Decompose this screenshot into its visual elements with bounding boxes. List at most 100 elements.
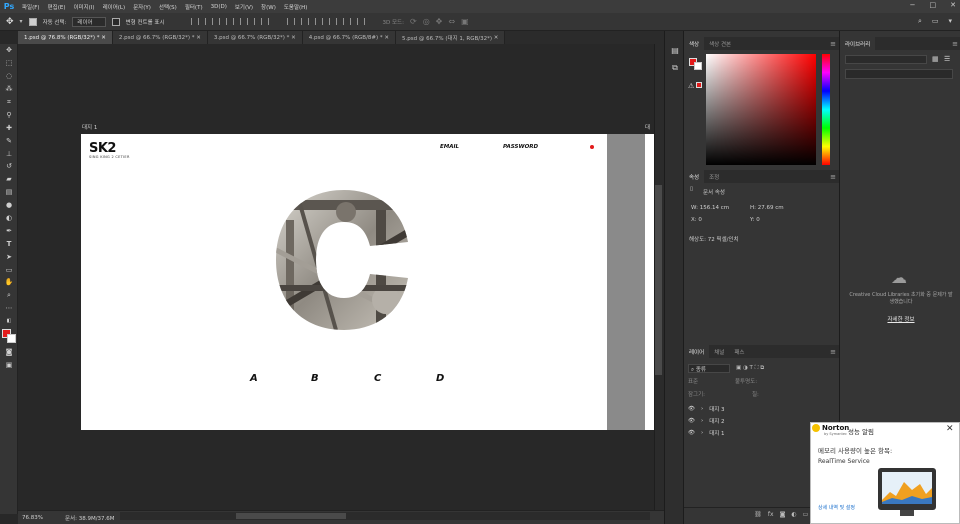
tab-document-4[interactable]: 4.psd @ 66.7% (RGB/8#) * ✕ bbox=[302, 31, 397, 44]
prop-height[interactable]: H: 27.69 cm bbox=[750, 205, 784, 211]
quick-select-tool-icon[interactable]: ⁂ bbox=[0, 83, 18, 96]
menu-image[interactable]: 이미지(I) bbox=[69, 3, 98, 11]
quick-mask-icon[interactable]: ◙ bbox=[0, 346, 18, 359]
gamut-warning-icon[interactable]: ⚠ bbox=[688, 82, 703, 90]
tab-color[interactable]: 색상 bbox=[684, 37, 705, 50]
new-group-icon[interactable]: ▭ bbox=[803, 511, 809, 518]
grid-view-icon[interactable]: ▦ bbox=[932, 55, 939, 63]
eyedropper-tool-icon[interactable]: ⚲ bbox=[0, 108, 18, 121]
library-dropdown[interactable] bbox=[845, 55, 927, 64]
menu-help[interactable]: 도움말(H) bbox=[280, 3, 312, 11]
tab-libraries[interactable]: 라이브러리 bbox=[840, 37, 876, 50]
visibility-eye-icon[interactable]: 👁 bbox=[688, 418, 695, 424]
align-left-icon[interactable] bbox=[232, 18, 241, 25]
align-right-icon[interactable] bbox=[260, 18, 269, 25]
library-search-input[interactable] bbox=[845, 69, 953, 79]
artboard-label[interactable]: 대지 1 bbox=[82, 123, 97, 131]
tab-properties[interactable]: 속성 bbox=[684, 170, 705, 183]
layer-name[interactable]: 대지 2 bbox=[709, 417, 724, 425]
3d-scale-icon[interactable]: ▣ bbox=[461, 17, 469, 26]
3d-pan-icon[interactable]: ✥ bbox=[436, 17, 443, 26]
zoom-tool-icon[interactable]: ⌕ bbox=[0, 289, 18, 302]
adjustment-layer-icon[interactable]: ◐ bbox=[791, 511, 796, 518]
crop-tool-icon[interactable]: ⌗ bbox=[0, 96, 18, 109]
expand-chevron-icon[interactable]: › bbox=[701, 430, 703, 436]
expand-chevron-icon[interactable]: › bbox=[701, 418, 703, 424]
align-top-icon[interactable] bbox=[190, 18, 199, 25]
tab-document-2[interactable]: 2.psd @ 66.7% (RGB/32*) * ✕ bbox=[112, 31, 208, 44]
blend-mode-dropdown[interactable]: 표준 bbox=[688, 377, 698, 385]
align-bottom-icon[interactable] bbox=[218, 18, 227, 25]
visibility-eye-icon[interactable]: 👁 bbox=[688, 430, 695, 436]
panel-menu-icon[interactable]: ≡ bbox=[830, 173, 836, 181]
history-brush-tool-icon[interactable]: ↺ bbox=[0, 160, 18, 173]
tab-adjustments[interactable]: 조정 bbox=[704, 170, 724, 183]
marquee-tool-icon[interactable]: ⬚ bbox=[0, 57, 18, 70]
type-tool-icon[interactable]: T bbox=[0, 237, 18, 250]
default-colors-icon[interactable]: ◧ bbox=[0, 315, 18, 328]
menu-filter[interactable]: 필터(T) bbox=[181, 3, 207, 11]
tool-preset-dropdown[interactable]: ▾ bbox=[20, 18, 23, 25]
norton-close-button[interactable]: ✕ bbox=[946, 424, 954, 434]
tab-swatches[interactable]: 색상 견본 bbox=[704, 37, 736, 50]
add-mask-icon[interactable]: ◙ bbox=[780, 511, 786, 518]
visibility-eye-icon[interactable]: 👁 bbox=[688, 406, 695, 412]
horizontal-scroll-thumb[interactable] bbox=[236, 513, 346, 519]
align-hcenter-icon[interactable] bbox=[246, 18, 255, 25]
history-panel-icon[interactable]: ▤ bbox=[665, 41, 685, 59]
3d-rotate-icon[interactable]: ⟳ bbox=[410, 17, 417, 26]
menu-file[interactable]: 파일(F) bbox=[18, 3, 44, 11]
tab-paths[interactable]: 패스 bbox=[729, 345, 749, 358]
distribute-vcenter-icon[interactable] bbox=[300, 18, 309, 25]
workspace-icon[interactable]: ▭ bbox=[932, 17, 939, 26]
hand-tool-icon[interactable]: ✋ bbox=[0, 276, 18, 289]
healing-brush-tool-icon[interactable]: ✚ bbox=[0, 121, 18, 134]
tab-document-5[interactable]: 5.psd @ 66.7% (대지 1, RGB/32*) ✕ bbox=[396, 31, 506, 44]
tab-document-3[interactable]: 3.psd @ 66.7% (RGB/32*) * ✕ bbox=[207, 31, 303, 44]
zoom-level[interactable]: 76.83% bbox=[22, 515, 43, 521]
layer-filter-dropdown[interactable]: ⌕ 종류 bbox=[688, 364, 730, 373]
menu-window[interactable]: 창(W) bbox=[257, 3, 280, 11]
fx-icon[interactable]: fx bbox=[768, 511, 774, 518]
panel-menu-icon[interactable]: ≡ bbox=[952, 40, 958, 48]
layer-row[interactable]: 👁 › 대지 3 bbox=[684, 403, 839, 415]
lasso-tool-icon[interactable]: ◌ bbox=[0, 70, 18, 83]
layer-name[interactable]: 대지 1 bbox=[709, 429, 724, 437]
horizontal-scrollbar[interactable] bbox=[120, 512, 650, 520]
color-swatches-icon[interactable] bbox=[0, 328, 18, 346]
align-vcenter-icon[interactable] bbox=[204, 18, 213, 25]
dodge-tool-icon[interactable]: ◐ bbox=[0, 212, 18, 225]
panel-menu-icon[interactable]: ≡ bbox=[830, 40, 836, 48]
expand-chevron-icon[interactable]: › bbox=[701, 406, 703, 412]
path-select-tool-icon[interactable]: ➤ bbox=[0, 250, 18, 263]
link-layers-icon[interactable]: ⛓ bbox=[754, 511, 762, 518]
edit-toolbar-icon[interactable]: ⋯ bbox=[0, 302, 18, 315]
artboard-label-2[interactable]: 대 bbox=[645, 123, 650, 131]
move-tool-icon[interactable]: ✥ bbox=[0, 44, 18, 57]
layer-name[interactable]: 대지 3 bbox=[709, 405, 724, 413]
list-view-icon[interactable]: ☰ bbox=[944, 55, 950, 63]
distribute-right-icon[interactable] bbox=[356, 18, 365, 25]
distribute-bottom-icon[interactable] bbox=[314, 18, 323, 25]
show-transform-checkbox[interactable] bbox=[111, 17, 120, 26]
rectangle-tool-icon[interactable]: ▭ bbox=[0, 263, 18, 276]
pen-tool-icon[interactable]: ✒ bbox=[0, 224, 18, 237]
prop-y[interactable]: Y: 0 bbox=[750, 217, 760, 223]
panel-menu-icon[interactable]: ≡ bbox=[830, 348, 836, 356]
clone-stamp-tool-icon[interactable]: ⊥ bbox=[0, 147, 18, 160]
distribute-left-icon[interactable] bbox=[328, 18, 337, 25]
tab-layers[interactable]: 레이어 bbox=[684, 345, 710, 358]
screen-mode-icon[interactable]: ▣ bbox=[0, 358, 18, 371]
close-button[interactable]: ✕ bbox=[950, 1, 956, 9]
tab-document-1[interactable]: 1.psd @ 76.8% (RGB/32*) * ✕ bbox=[18, 31, 113, 44]
menu-layer[interactable]: 레이어(L) bbox=[99, 3, 130, 11]
blur-tool-icon[interactable]: ● bbox=[0, 199, 18, 212]
more-info-link[interactable]: 자세한 정보 bbox=[848, 315, 954, 323]
menu-3d[interactable]: 3D(D) bbox=[207, 4, 231, 10]
minimize-button[interactable]: − bbox=[910, 1, 916, 9]
auto-select-checkbox[interactable] bbox=[28, 17, 37, 26]
prop-width[interactable]: W: 156.14 cm bbox=[691, 205, 729, 211]
tab-channels[interactable]: 채널 bbox=[709, 345, 729, 358]
layer-filter-icons[interactable]: ▣ ◑ T ⛶ ⧉ bbox=[736, 365, 764, 372]
3d-roll-icon[interactable]: ◎ bbox=[423, 17, 430, 26]
